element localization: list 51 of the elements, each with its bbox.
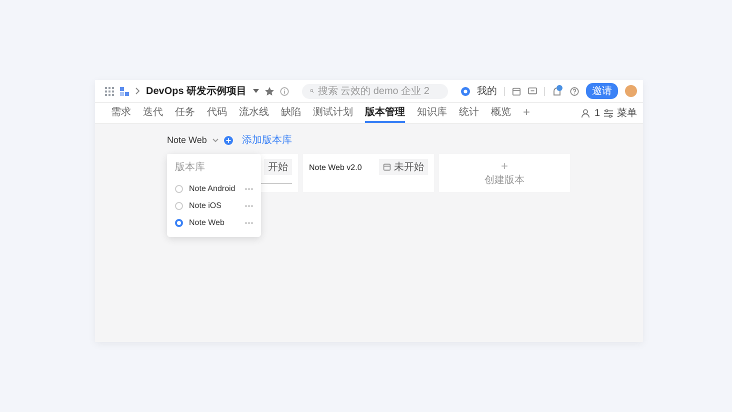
repo-option[interactable]: Note Android [189, 184, 239, 193]
repo-option[interactable]: Note Web [189, 218, 239, 227]
calendar-icon [383, 163, 391, 171]
avatar-icon[interactable] [624, 85, 637, 97]
chevron-right-icon [135, 87, 140, 95]
bell-icon[interactable] [552, 85, 563, 97]
nav-tab[interactable]: 需求 [111, 103, 131, 123]
nav-tab[interactable]: 任务 [175, 103, 195, 123]
nav-tab[interactable]: 版本管理 [365, 103, 405, 123]
status-text: 开始 [268, 161, 288, 174]
version-card[interactable]: Note Web v2.0 未开始 [303, 154, 434, 192]
filter-icon[interactable] [604, 108, 613, 118]
repo-option[interactable]: Note iOS [189, 201, 239, 210]
my-link[interactable]: 我的 [476, 84, 497, 98]
radio-button[interactable] [175, 218, 183, 226]
nav-tab[interactable]: 流水线 [239, 103, 269, 123]
star-icon[interactable] [264, 86, 274, 96]
radio-button[interactable] [175, 184, 183, 192]
status-dot-icon[interactable] [460, 86, 470, 96]
status-text: 未开始 [394, 160, 424, 174]
info-icon[interactable] [280, 86, 289, 96]
version-name: Note Web v2.0 [309, 162, 362, 172]
nav-tab[interactable]: 测试计划 [313, 103, 353, 123]
search-icon [310, 87, 314, 95]
nav-tab[interactable]: 概览 [491, 103, 511, 123]
apps-grid-icon[interactable] [105, 86, 114, 96]
project-name[interactable]: DevOps 研发示例项目 [146, 84, 247, 98]
create-version-label: 创建版本 [484, 174, 524, 186]
nav-tab[interactable]: 缺陷 [281, 103, 301, 123]
member-count: 1 [594, 108, 600, 118]
help-icon[interactable] [570, 86, 579, 96]
plus-circle-icon[interactable] [224, 136, 233, 144]
plus-sign: + [500, 160, 508, 172]
chevron-down-icon[interactable] [212, 138, 219, 142]
nav-tab[interactable]: 统计 [459, 103, 479, 123]
invite-button[interactable]: 邀请 [586, 83, 618, 99]
dropdown-title: 版本库 [174, 160, 206, 175]
nav-tab[interactable]: 迭代 [143, 103, 163, 123]
caret-icon[interactable] [252, 89, 259, 93]
menu-link[interactable]: 菜单 [617, 106, 637, 120]
nav-tab[interactable]: 知识库 [417, 103, 447, 123]
add-tab-button[interactable]: + [523, 103, 530, 123]
radio-button[interactable] [175, 202, 183, 210]
message-icon[interactable] [528, 86, 537, 96]
calendar-icon[interactable] [512, 86, 521, 96]
person-icon[interactable] [581, 108, 590, 118]
search-field[interactable]: 搜索 云效的 demo 企业 2 [302, 84, 448, 98]
nav-tab[interactable]: 代码 [207, 103, 227, 123]
repo-selector[interactable]: Note Web [167, 135, 207, 145]
project-icon[interactable] [120, 86, 129, 96]
add-repo-link[interactable]: 添加版本库 [242, 133, 292, 147]
